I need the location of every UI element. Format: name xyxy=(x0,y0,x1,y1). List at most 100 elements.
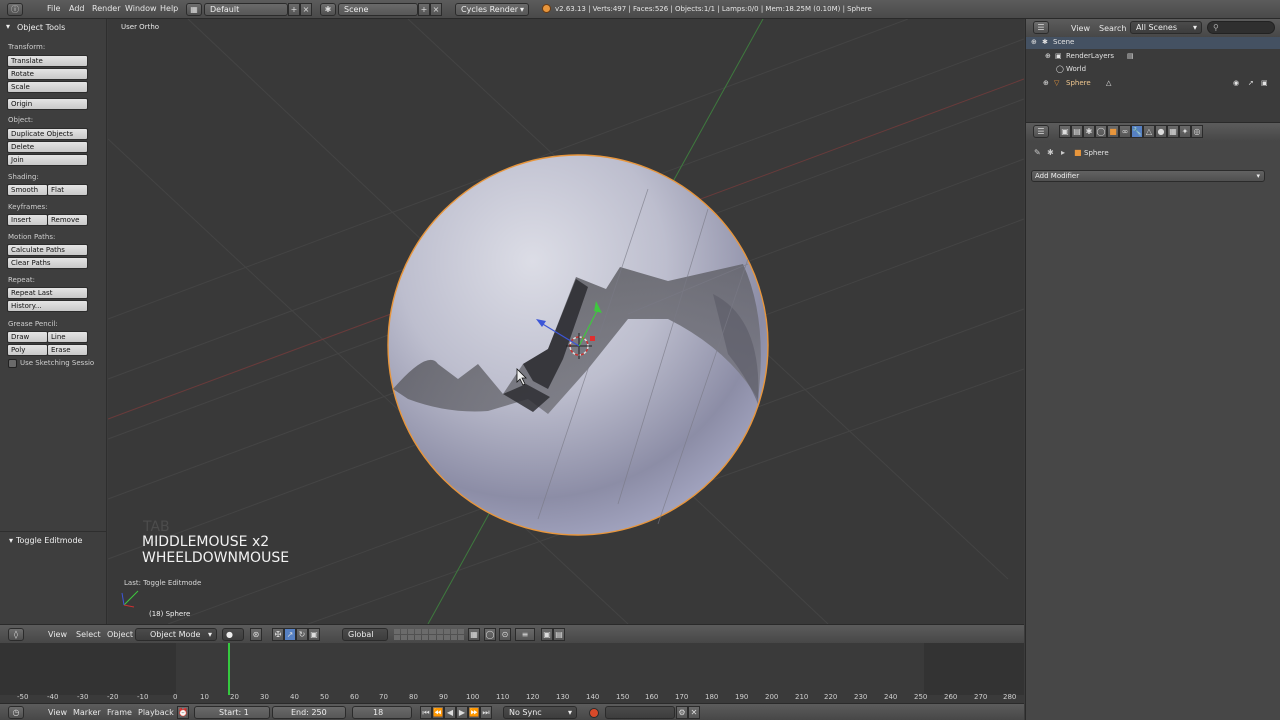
object-tab-icon[interactable]: ■ xyxy=(1107,125,1119,138)
constraints-tab-icon[interactable]: ∞ xyxy=(1119,125,1131,138)
3d-viewport[interactable]: User Ortho TAB MIDDLEMOUSE x2 WHEELDOWNM… xyxy=(108,19,1024,624)
rotate-manipulator-icon[interactable]: ↻ xyxy=(296,628,308,641)
screen-layout-field[interactable]: Default xyxy=(204,3,288,16)
data-tab-icon[interactable]: △ xyxy=(1143,125,1155,138)
scene-tab-icon[interactable]: ✱ xyxy=(1083,125,1095,138)
renderlayers-tab-icon[interactable]: ▤ xyxy=(1071,125,1083,138)
history-button[interactable]: History... xyxy=(7,300,88,312)
mode-select[interactable]: Object Mode ▾ xyxy=(135,628,217,641)
current-frame-cursor[interactable] xyxy=(228,643,230,695)
panel-collapse-icon[interactable]: ▾ xyxy=(6,22,10,31)
draw-button[interactable]: Draw xyxy=(7,331,48,343)
jump-next-key-icon[interactable]: ⏩ xyxy=(468,706,480,719)
current-frame-field[interactable]: 18 xyxy=(352,706,412,719)
marker-menu[interactable]: Marker xyxy=(73,708,101,717)
remove-keyframe-button[interactable]: Remove xyxy=(47,214,88,226)
insert-keyframe-icon[interactable]: ⚙ xyxy=(676,706,688,719)
object-menu[interactable]: Object xyxy=(107,630,133,639)
scale-button[interactable]: Scale xyxy=(7,81,88,93)
manipulator-toggle-icon[interactable]: ✠ xyxy=(272,628,284,641)
sync-mode-select[interactable]: No Sync ▾ xyxy=(503,706,577,719)
expand-sphere-icon[interactable]: ⊕ xyxy=(1043,77,1049,90)
outliner-view-menu[interactable]: View xyxy=(1071,24,1090,33)
viewport-shading-select[interactable]: ● xyxy=(222,628,244,641)
layer-buttons[interactable] xyxy=(394,629,464,640)
line-button[interactable]: Line xyxy=(47,331,88,343)
erase-button[interactable]: Erase xyxy=(47,344,88,356)
expand-scene-icon[interactable]: ⊕ xyxy=(1031,36,1037,49)
frame-menu[interactable]: Frame xyxy=(107,708,132,717)
clear-paths-button[interactable]: Clear Paths xyxy=(7,257,88,269)
outliner-display-select[interactable]: All Scenes ▾ xyxy=(1130,21,1202,34)
menu-window[interactable]: Window xyxy=(125,4,157,13)
transform-orientation-select[interactable]: Global xyxy=(342,628,388,641)
duplicate-objects-button[interactable]: Duplicate Objects xyxy=(7,128,88,140)
editor-type-3d-icon[interactable]: ◊ xyxy=(8,628,24,641)
select-menu[interactable]: Select xyxy=(76,630,101,639)
flat-button[interactable]: Flat xyxy=(47,184,88,196)
jump-end-icon[interactable]: ⏭ xyxy=(480,706,492,719)
keying-set-field[interactable] xyxy=(605,706,675,719)
end-frame-field[interactable]: End: 250 xyxy=(272,706,346,719)
editor-type-timeline-icon[interactable]: ◷ xyxy=(8,706,24,719)
add-modifier-select[interactable]: Add Modifier ▾ xyxy=(1031,170,1265,182)
modifiers-tab-icon[interactable]: 🔧 xyxy=(1131,125,1143,138)
rotate-button[interactable]: Rotate xyxy=(7,68,88,80)
add-scene-button[interactable]: + xyxy=(418,3,430,16)
renderability-camera-icon[interactable]: ▣ xyxy=(1261,77,1268,90)
outliner-item-world[interactable]: World xyxy=(1066,63,1086,76)
editor-type-properties-icon[interactable]: ☰ xyxy=(1033,125,1049,138)
jump-prev-key-icon[interactable]: ⏪ xyxy=(432,706,444,719)
opengl-render-icon[interactable]: ▣ xyxy=(541,628,553,641)
translate-manipulator-icon[interactable]: ↗ xyxy=(284,628,296,641)
screen-layout-icon[interactable]: ▦ xyxy=(186,3,202,16)
view-menu[interactable]: View xyxy=(48,630,67,639)
visibility-eye-icon[interactable]: ◉ xyxy=(1233,77,1239,90)
outliner-item-renderlayers[interactable]: RenderLayers xyxy=(1066,50,1114,63)
scene-icon[interactable]: ✱ xyxy=(320,3,336,16)
origin-button[interactable]: Origin xyxy=(7,98,88,110)
selectability-arrow-icon[interactable]: ➚ xyxy=(1248,77,1254,90)
play-icon[interactable]: ▶ xyxy=(456,706,468,719)
physics-tab-icon[interactable]: ◎ xyxy=(1191,125,1203,138)
outliner-item-scene[interactable]: Scene xyxy=(1053,36,1074,49)
pin-icon[interactable]: ✎ xyxy=(1034,148,1041,157)
smooth-button[interactable]: Smooth xyxy=(7,184,48,196)
menu-add[interactable]: Add xyxy=(69,4,85,13)
editor-type-outliner-icon[interactable]: ☰ xyxy=(1033,21,1049,34)
outliner-item-sphere[interactable]: Sphere xyxy=(1066,77,1091,90)
opengl-anim-icon[interactable]: ▤ xyxy=(553,628,565,641)
scale-manipulator-icon[interactable]: ▣ xyxy=(308,628,320,641)
snap-element-icon[interactable]: ≡ xyxy=(515,628,535,641)
play-reverse-icon[interactable]: ◀ xyxy=(444,706,456,719)
remove-layout-button[interactable]: × xyxy=(300,3,312,16)
editor-type-icon[interactable]: ⓘ xyxy=(7,3,23,16)
world-tab-icon[interactable]: ◯ xyxy=(1095,125,1107,138)
delete-button[interactable]: Delete xyxy=(7,141,88,153)
start-frame-field[interactable]: Start: 1 xyxy=(194,706,270,719)
join-button[interactable]: Join xyxy=(7,154,88,166)
use-preview-range-icon[interactable]: ⏰ xyxy=(177,706,189,719)
calculate-paths-button[interactable]: Calculate Paths xyxy=(7,244,88,256)
add-layout-button[interactable]: + xyxy=(288,3,300,16)
repeat-last-button[interactable]: Repeat Last xyxy=(7,287,88,299)
material-tab-icon[interactable]: ● xyxy=(1155,125,1167,138)
snap-icon[interactable]: ⊙ xyxy=(499,628,511,641)
poly-button[interactable]: Poly xyxy=(7,344,48,356)
texture-tab-icon[interactable]: ▦ xyxy=(1167,125,1179,138)
insert-keyframe-button[interactable]: Insert xyxy=(7,214,48,226)
auto-keying-record-icon[interactable] xyxy=(589,708,599,718)
timeline-area[interactable]: -50 -40 -30 -20 -10 0 10 20 30 40 50 60 … xyxy=(0,643,1024,703)
expand-renderlayers-icon[interactable]: ⊕ xyxy=(1045,50,1051,63)
playback-menu[interactable]: Playback xyxy=(138,708,174,717)
render-engine-select[interactable]: Cycles Render ▾ xyxy=(455,3,529,16)
remove-scene-button[interactable]: × xyxy=(430,3,442,16)
particles-tab-icon[interactable]: ✦ xyxy=(1179,125,1191,138)
menu-render[interactable]: Render xyxy=(92,4,120,13)
delete-keyframe-icon[interactable]: ✕ xyxy=(688,706,700,719)
toggle-editmode-collapse-icon[interactable]: ▾ xyxy=(9,536,13,545)
pivot-point-icon[interactable]: ⊛ xyxy=(250,628,262,641)
render-tab-icon[interactable]: ▣ xyxy=(1059,125,1071,138)
jump-start-icon[interactable]: ⏮ xyxy=(420,706,432,719)
timeline-view-menu[interactable]: View xyxy=(48,708,67,717)
